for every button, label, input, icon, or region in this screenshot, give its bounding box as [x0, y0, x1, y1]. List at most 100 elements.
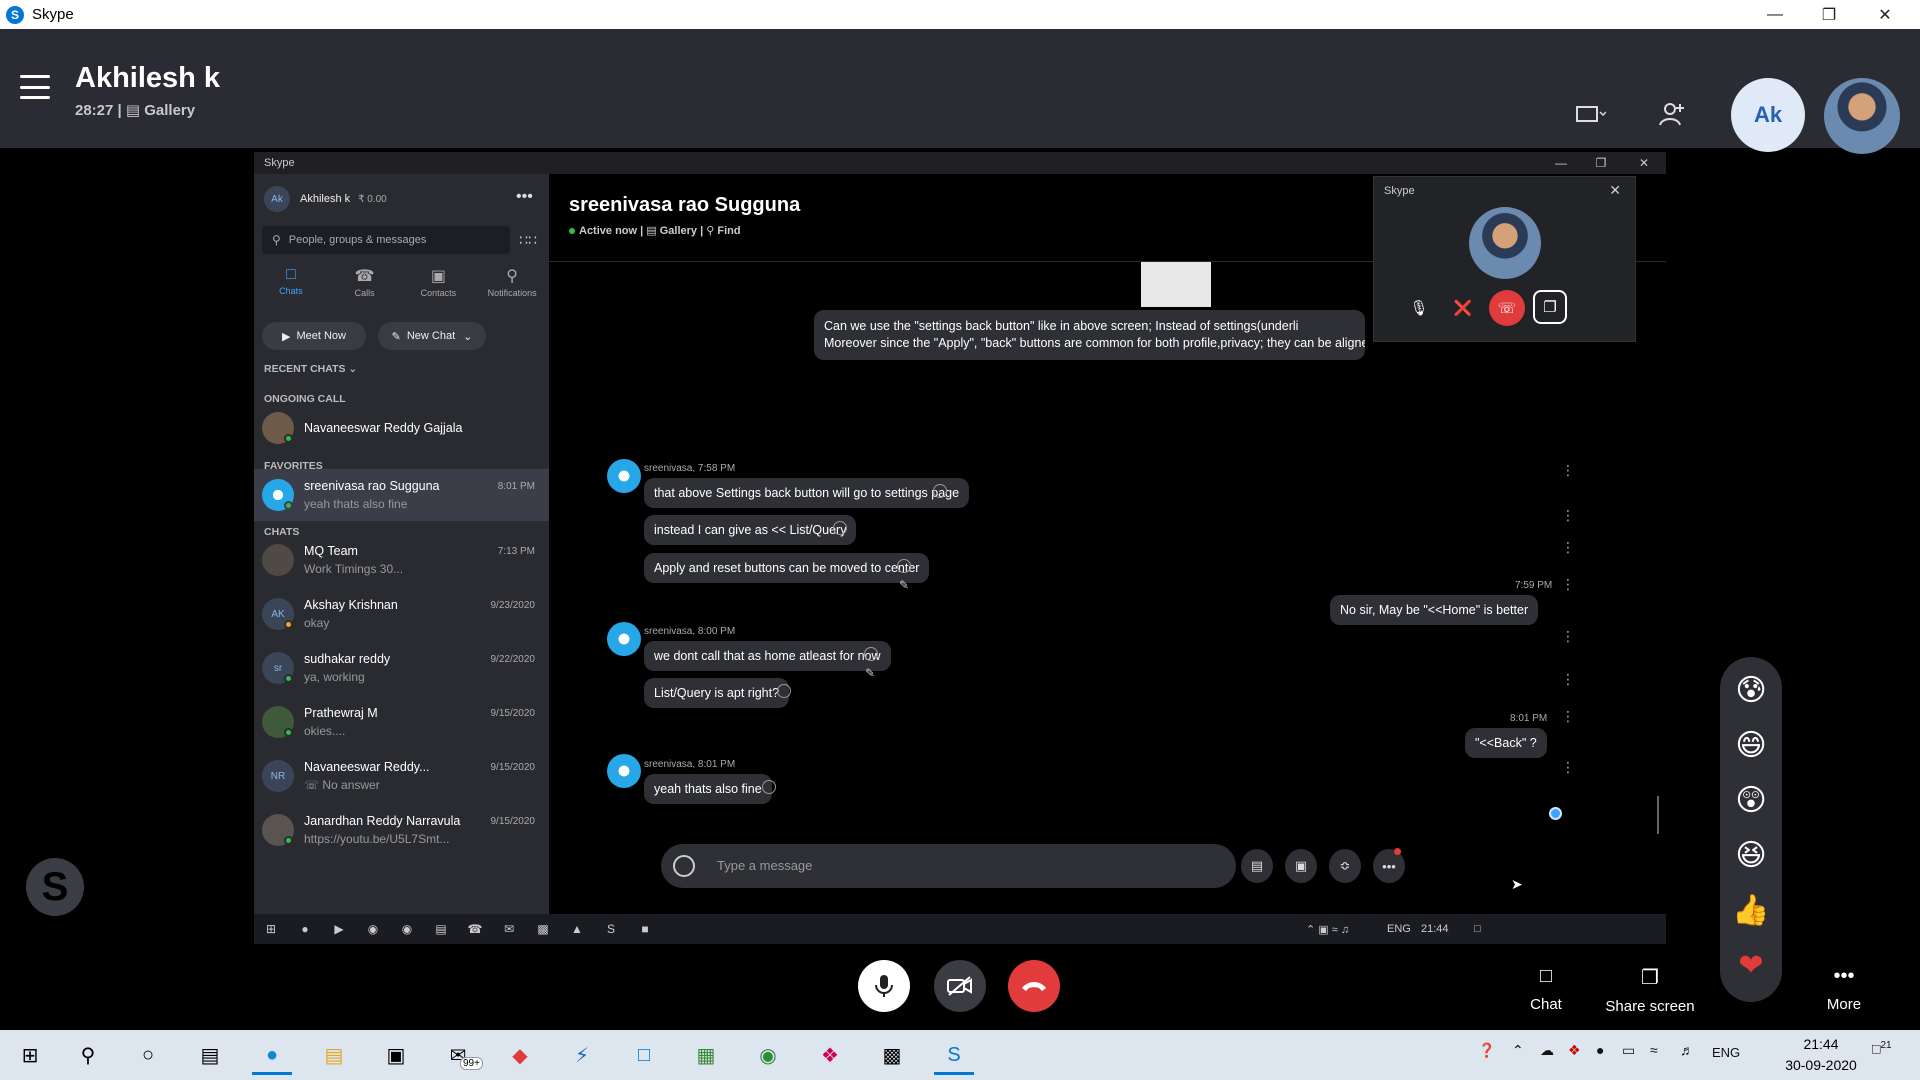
help-icon[interactable]: ❓	[1478, 1042, 1495, 1059]
laughing-emoji-icon[interactable]: 😆	[1730, 834, 1772, 876]
chat-row[interactable]: MQ Team Work Timings 30... 7:13 PM	[254, 534, 549, 586]
firefox-icon[interactable]: ◉	[390, 918, 424, 940]
participant-avatar[interactable]	[1824, 78, 1900, 154]
react-smiley-icon[interactable]	[897, 559, 911, 573]
surprised-emoji-icon[interactable]: 😲	[1730, 779, 1772, 821]
image-attachment[interactable]	[1141, 262, 1211, 307]
message-bubble[interactable]: that above Settings back button will go …	[644, 478, 970, 508]
chat-button[interactable]: □ Chat	[1520, 965, 1572, 1013]
edge-icon[interactable]: ●	[248, 1035, 296, 1075]
message-bubble[interactable]: No sir, May be "<<Home" is better	[1330, 595, 1539, 625]
meet-now-button[interactable]: ▶ Meet Now	[262, 322, 366, 350]
more-actions-icon[interactable]: •••	[1373, 849, 1405, 883]
app-icon[interactable]: □	[620, 1035, 668, 1075]
message-bubble[interactable]: yeah thats also fine	[644, 774, 772, 804]
message-bubble[interactable]: instead I can give as << List/Query	[644, 515, 857, 545]
message-composer[interactable]: Type a message	[661, 844, 1236, 888]
shared-minimize-button[interactable]: —	[1541, 152, 1581, 174]
shared-close-button[interactable]: ✕	[1624, 152, 1664, 174]
microphone-icon[interactable]: 🎙	[1401, 290, 1437, 326]
share-screen-button[interactable]: ❐ Share screen	[1600, 965, 1700, 1015]
chat-row[interactable]: Janardhan Reddy Narravula https://youtu.…	[254, 804, 549, 856]
media-icon[interactable]: ▶	[322, 918, 356, 940]
scrollbar[interactable]	[1657, 796, 1659, 834]
app-tray-icon[interactable]: ❖	[1568, 1042, 1581, 1059]
terminal-icon[interactable]: ▩	[526, 918, 560, 940]
react-smiley-icon[interactable]	[933, 484, 947, 498]
tray-icons[interactable]: ⌃ ▣ ≈ ♫	[1306, 923, 1349, 936]
chrome-icon[interactable]: ◉	[356, 918, 390, 940]
chat-row[interactable]: sr sudhakar reddy ya, working 9/22/2020	[254, 642, 549, 694]
search-input[interactable]: ⚲ People, groups & messages	[262, 226, 510, 254]
message-options-icon[interactable]: ⋮	[1561, 576, 1575, 593]
ongoing-call-row[interactable]: Navaneeswar Reddy Gajjala	[254, 402, 549, 454]
chat-row[interactable]: AK Akshay Krishnan okay 9/23/2020	[254, 588, 549, 640]
contact-card-icon[interactable]: ▣	[1285, 849, 1317, 883]
language-indicator[interactable]: ENG	[1387, 923, 1411, 935]
giggle-emoji-icon[interactable]: 😄	[1730, 724, 1772, 766]
message-options-icon[interactable]: ⋮	[1561, 539, 1575, 556]
sender-avatar[interactable]	[607, 459, 641, 493]
app-icon[interactable]: ▦	[682, 1035, 730, 1075]
edge-icon[interactable]: ●	[288, 918, 322, 940]
thumbs-up-emoji-icon[interactable]: 👍	[1730, 889, 1772, 931]
message-options-icon[interactable]: ⋮	[1561, 462, 1575, 479]
outlook-icon[interactable]: ✉	[492, 918, 526, 940]
app-icon[interactable]: ⚡	[558, 1035, 606, 1075]
mic-tray-icon[interactable]: ●	[1596, 1042, 1604, 1058]
message-options-icon[interactable]: ⋮	[1561, 708, 1575, 725]
globe-icon[interactable]: ◉	[744, 1035, 792, 1075]
edit-pencil-icon[interactable]: ✎	[865, 666, 875, 680]
self-avatar[interactable]: Ak	[1731, 78, 1805, 152]
notifications-icon[interactable]: □21	[1872, 1040, 1892, 1057]
new-chat-button[interactable]: ✎ New Chat ⌄	[378, 322, 486, 350]
battery-icon[interactable]: ▭	[1622, 1042, 1635, 1059]
network-icon[interactable]: ≈	[1650, 1042, 1658, 1058]
minimize-button[interactable]: —	[1752, 0, 1798, 29]
sender-avatar[interactable]	[607, 754, 641, 788]
mail-icon[interactable]: ✉ 99+	[434, 1035, 483, 1075]
sender-avatar[interactable]	[607, 622, 641, 656]
clock[interactable]: 21:44 30-09-2020	[1776, 1034, 1866, 1076]
react-smiley-icon[interactable]	[777, 684, 791, 698]
message-options-icon[interactable]: ⋮	[1561, 759, 1575, 776]
attach-file-icon[interactable]: ▤	[1241, 849, 1273, 883]
conversation-title[interactable]: sreenivasa rao Sugguna	[569, 194, 800, 217]
hamburger-menu-icon[interactable]	[20, 75, 50, 99]
message-bubble[interactable]: Apply and reset buttons can be moved to …	[644, 553, 930, 583]
find-link[interactable]: Find	[717, 225, 740, 237]
profile-row[interactable]: Ak Akhilesh k ₹ 0.00	[264, 186, 387, 212]
view-layout-icon[interactable]	[1572, 99, 1608, 129]
mini-call-window[interactable]: Skype ✕ 🎙 ❌ ☏ ❐	[1373, 176, 1636, 342]
tab-contacts[interactable]: ▣ Contacts	[408, 266, 468, 306]
notifications-icon[interactable]: □	[1474, 923, 1481, 935]
shared-restore-button[interactable]: ❐	[1581, 152, 1621, 174]
edit-pencil-icon[interactable]: ✎	[899, 578, 909, 592]
message-options-icon[interactable]: ⋮	[1561, 628, 1575, 645]
skype-taskbar-icon[interactable]: S	[594, 918, 628, 940]
heart-emoji-icon[interactable]: ❤	[1730, 944, 1772, 986]
sad-face-emoji-icon[interactable]: 😰	[1730, 669, 1772, 711]
show-hidden-icons-icon[interactable]: ⌃	[1512, 1042, 1524, 1059]
tab-calls[interactable]: ☎ Calls	[335, 266, 395, 306]
file-explorer-icon[interactable]: ▤	[310, 1035, 358, 1075]
more-button[interactable]: ••• More	[1818, 965, 1870, 1013]
end-call-button[interactable]	[1008, 960, 1060, 1012]
close-icon[interactable]: ✕	[1609, 182, 1621, 199]
whatsapp-icon[interactable]: ☎	[458, 918, 492, 940]
message-bubble[interactable]: Can we use the "settings back button" li…	[814, 310, 1365, 360]
clock[interactable]: 21:44	[1421, 923, 1449, 935]
add-participant-icon[interactable]	[1654, 99, 1690, 129]
message-bubble[interactable]: "<<Back" ?	[1465, 728, 1547, 758]
message-bubble[interactable]: List/Query is apt right?	[644, 678, 790, 708]
react-smiley-icon[interactable]	[864, 647, 878, 661]
video-off-icon[interactable]: ❌	[1445, 290, 1481, 326]
popout-icon[interactable]: ❐	[1533, 290, 1567, 324]
windows-start-icon[interactable]: ⊞	[6, 1035, 54, 1075]
tab-notifications[interactable]: ⚲ Notifications	[482, 266, 542, 306]
terminal-icon[interactable]: ▩	[868, 1035, 916, 1075]
app-icon[interactable]: ❖	[806, 1035, 854, 1075]
app-icon[interactable]: ▲	[560, 918, 594, 940]
microphone-button[interactable]	[858, 960, 910, 1012]
dialpad-icon[interactable]: ∷∷	[514, 226, 542, 254]
